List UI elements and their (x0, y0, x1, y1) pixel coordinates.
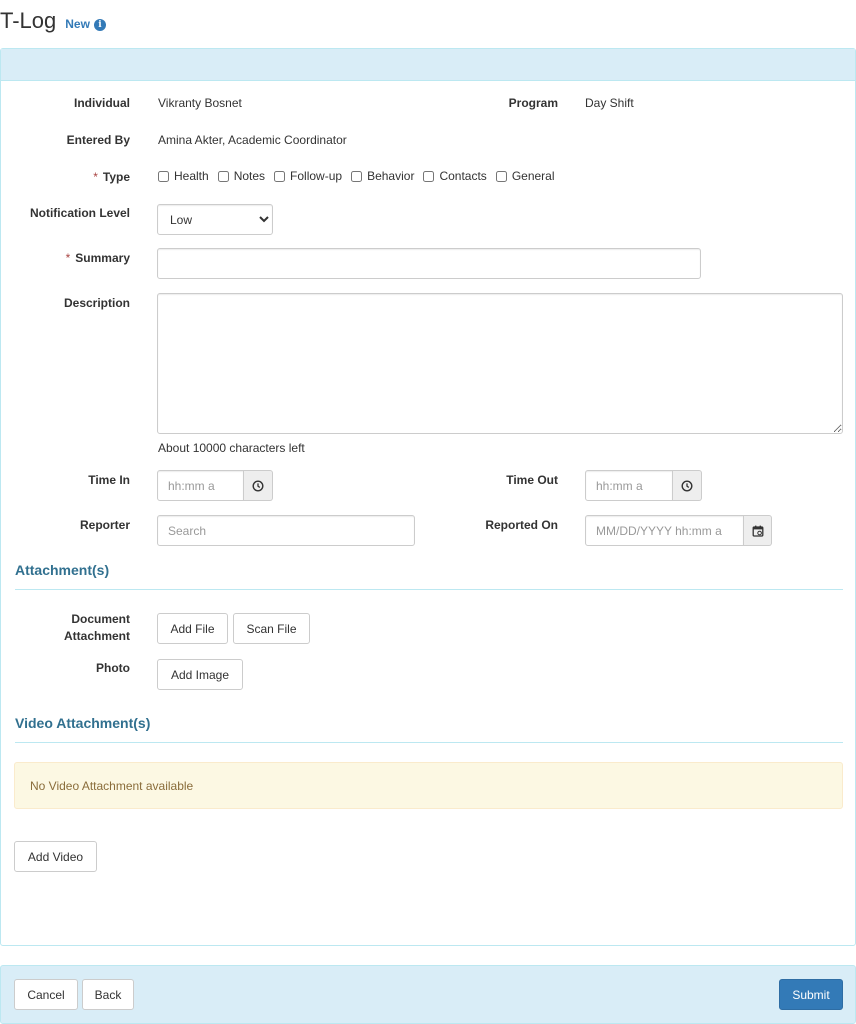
add-file-button[interactable]: Add File (157, 613, 228, 644)
type-label-wrap: * Type (0, 170, 130, 184)
behavior-checkbox[interactable] (351, 170, 363, 182)
cancel-button[interactable]: Cancel (14, 979, 78, 1010)
type-option-follow-up[interactable]: Follow-up (274, 169, 342, 183)
individual-label: Individual (73, 96, 130, 110)
time-out-clock-button[interactable] (673, 470, 702, 501)
type-label: Type (102, 170, 130, 184)
type-option-health[interactable]: Health (158, 169, 209, 183)
video-divider (15, 742, 843, 743)
contacts-checkbox[interactable] (423, 170, 435, 182)
follow-up-checkbox-label: Follow-up (290, 169, 343, 183)
description-label: Description (63, 296, 130, 310)
health-checkbox[interactable] (158, 170, 169, 182)
follow-up-checkbox[interactable] (274, 170, 286, 182)
submit-button[interactable]: Submit (779, 979, 843, 1010)
reported-on-calendar-button[interactable] (744, 515, 772, 546)
summary-label-wrap: * Summary (0, 251, 130, 265)
reported-on-label: Reported On (485, 518, 558, 532)
contacts-checkbox-label: Contacts (439, 169, 487, 183)
clock-icon (252, 479, 264, 492)
type-option-general[interactable]: General (495, 169, 555, 183)
notes-checkbox-label: Notes (233, 169, 266, 183)
notification-level-select[interactable]: Low (157, 204, 273, 235)
general-checkbox-label: General (511, 169, 555, 183)
info-circle-icon[interactable]: i (93, 19, 106, 31)
individual-value: Vikranty Bosnet (158, 96, 242, 110)
attachments-divider (15, 589, 843, 590)
reporter-search-input[interactable] (157, 515, 415, 546)
no-video-message: No Video Attachment available (30, 778, 194, 793)
document-attachment-label: Document Attachment (0, 611, 130, 645)
add-video-button[interactable]: Add Video (14, 841, 97, 872)
document-attachment-label-line1: Document (71, 612, 130, 626)
video-section-title: Video Attachment(s) (15, 715, 151, 731)
program-value: Day Shift (585, 96, 634, 110)
behavior-checkbox-label: Behavior (367, 169, 415, 183)
calendar-icon (752, 525, 763, 537)
panel-heading (1, 49, 855, 81)
time-in-label: Time In (88, 473, 130, 487)
summary-label: Summary (75, 251, 130, 265)
type-option-contacts[interactable]: Contacts (423, 169, 487, 183)
clock-icon (681, 479, 693, 492)
general-checkbox[interactable] (495, 170, 507, 182)
reporter-label: Reporter (79, 518, 130, 532)
photo-label: Photo (96, 661, 130, 675)
notes-checkbox[interactable] (217, 170, 229, 182)
notification-level-label: Notification Level (29, 206, 130, 220)
document-attachment-label-line2: Attachment (63, 629, 130, 643)
time-out-input[interactable] (585, 470, 673, 501)
page-header: T-Log New i (0, 8, 106, 36)
add-image-button[interactable]: Add Image (157, 659, 243, 690)
required-marker: * (65, 251, 71, 265)
description-textarea[interactable] (157, 293, 843, 434)
description-chars-left: About 10000 characters left (158, 441, 305, 455)
summary-input[interactable] (157, 248, 701, 279)
time-in-clock-button[interactable] (244, 470, 273, 501)
new-badge: New (65, 17, 90, 31)
entered-by-label: Entered By (66, 133, 130, 147)
scan-file-button[interactable]: Scan File (233, 613, 310, 644)
type-option-notes[interactable]: Notes (217, 169, 266, 183)
back-button[interactable]: Back (82, 979, 134, 1010)
program-label: Program (508, 96, 558, 110)
time-in-input[interactable] (157, 470, 244, 501)
page-title: T-Log (0, 8, 57, 33)
required-marker: * (93, 170, 98, 184)
type-option-behavior[interactable]: Behavior (351, 169, 414, 183)
type-checkbox-group: Health Notes Follow-up Behavior Contacts… (158, 169, 564, 183)
attachments-section-title: Attachment(s) (15, 562, 110, 578)
health-checkbox-label: Health (174, 169, 209, 183)
reported-on-input[interactable] (585, 515, 744, 546)
time-out-label: Time Out (506, 473, 558, 487)
no-video-alert: No Video Attachment available (14, 762, 843, 809)
entered-by-value: Amina Akter, Academic Coordinator (158, 133, 347, 147)
